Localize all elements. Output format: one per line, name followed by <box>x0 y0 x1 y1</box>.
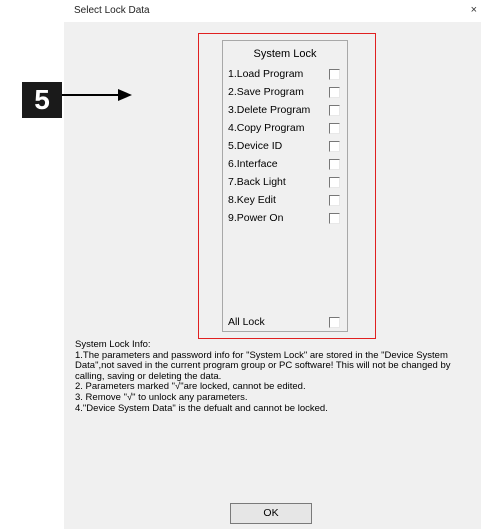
load-program-checkbox[interactable] <box>329 69 340 80</box>
copy-program-checkbox[interactable] <box>329 123 340 134</box>
close-icon[interactable]: × <box>471 4 477 16</box>
info-line: 4."Device System Data" is the defualt an… <box>75 402 328 414</box>
all-lock-label: All Lock <box>228 316 265 328</box>
interface-checkbox[interactable] <box>329 159 340 170</box>
lock-row-delete-program[interactable]: 3.Delete Program <box>228 103 344 119</box>
delete-program-checkbox[interactable] <box>329 105 340 116</box>
lock-label: 7.Back Light <box>228 176 286 188</box>
pointer-arrow-icon <box>62 89 132 101</box>
step-number-badge: 5 <box>22 82 62 118</box>
lock-row-power-on[interactable]: 9.Power On <box>228 211 344 227</box>
power-on-checkbox[interactable] <box>329 213 340 224</box>
lock-label: 6.Interface <box>228 158 278 170</box>
info-line: 1.The parameters and password info for "… <box>75 349 451 382</box>
lock-row-back-light[interactable]: 7.Back Light <box>228 175 344 191</box>
ok-button[interactable]: OK <box>230 503 312 524</box>
device-id-checkbox[interactable] <box>329 141 340 152</box>
window-title: Select Lock Data <box>74 5 150 16</box>
system-lock-info: System Lock Info: 1.The parameters and p… <box>75 339 479 414</box>
lock-label: 9.Power On <box>228 212 284 224</box>
system-lock-group: System Lock 1.Load Program 2.Save Progra… <box>222 40 348 332</box>
lock-row-load-program[interactable]: 1.Load Program <box>228 67 344 83</box>
all-lock-checkbox[interactable] <box>329 317 340 328</box>
lock-row-all-lock[interactable]: All Lock <box>228 315 344 331</box>
system-lock-title: System Lock <box>253 48 317 60</box>
lock-row-interface[interactable]: 6.Interface <box>228 157 344 173</box>
lock-label: 1.Load Program <box>228 68 304 80</box>
lock-row-key-edit[interactable]: 8.Key Edit <box>228 193 344 209</box>
info-heading: System Lock Info: <box>75 339 151 350</box>
key-edit-checkbox[interactable] <box>329 195 340 206</box>
lock-label: 2.Save Program <box>228 86 304 98</box>
lock-row-save-program[interactable]: 2.Save Program <box>228 85 344 101</box>
lock-row-copy-program[interactable]: 4.Copy Program <box>228 121 344 137</box>
save-program-checkbox[interactable] <box>329 87 340 98</box>
lock-row-device-id[interactable]: 5.Device ID <box>228 139 344 155</box>
info-line: 3. Remove "√" to unlock any parameters. <box>75 391 248 403</box>
lock-label: 3.Delete Program <box>228 104 311 116</box>
back-light-checkbox[interactable] <box>329 177 340 188</box>
lock-label: 5.Device ID <box>228 140 283 152</box>
lock-label: 4.Copy Program <box>228 122 305 134</box>
lock-label: 8.Key Edit <box>228 194 276 206</box>
title-bar: Select Lock Data × <box>64 0 481 22</box>
